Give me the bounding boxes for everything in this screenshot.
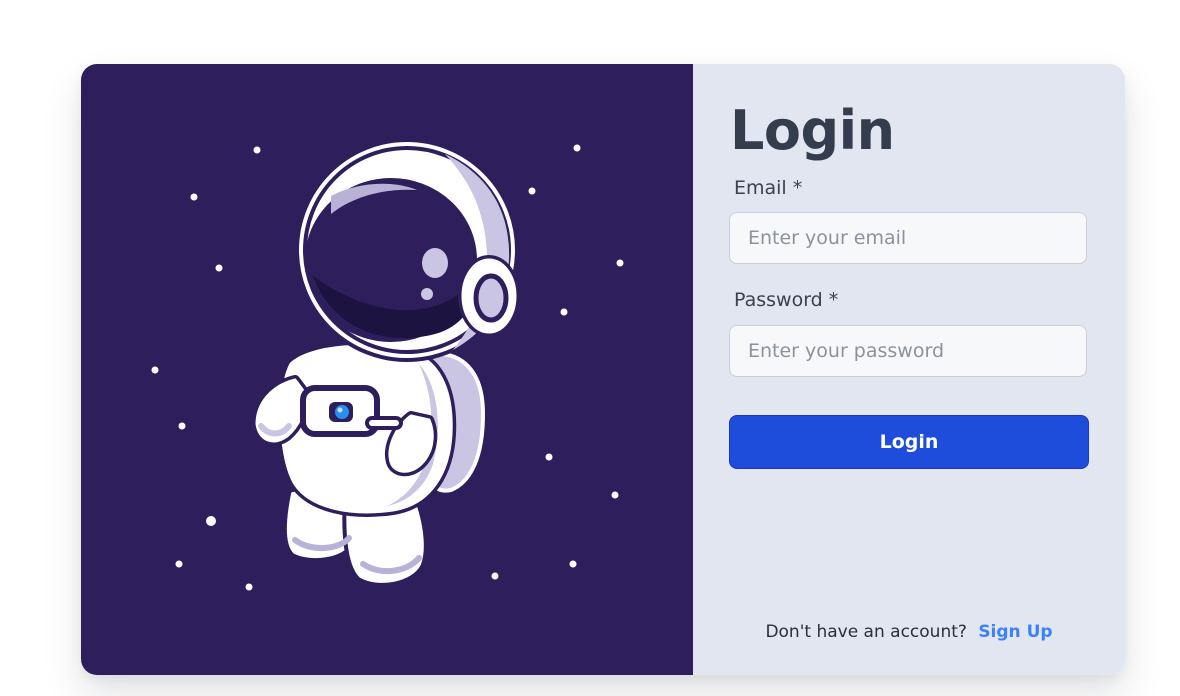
signup-prompt: Don't have an account? — [765, 622, 967, 642]
star — [253, 146, 261, 154]
illustration-panel — [81, 64, 693, 675]
star — [569, 560, 577, 568]
star — [491, 572, 499, 580]
star — [178, 422, 186, 430]
email-input[interactable] — [729, 212, 1087, 264]
star — [245, 583, 253, 591]
page-title: Login — [730, 99, 895, 162]
login-card: Login Email * Password * Login Don't hav… — [81, 64, 1125, 675]
star — [528, 187, 536, 195]
star — [616, 259, 624, 267]
astronaut-illustration — [151, 138, 624, 591]
login-button[interactable]: Login — [729, 415, 1089, 469]
star — [611, 491, 619, 499]
star — [560, 308, 568, 316]
login-form-panel: Login Email * Password * Login Don't hav… — [693, 64, 1125, 675]
star — [190, 193, 198, 201]
email-label: Email * — [734, 177, 803, 199]
star — [215, 264, 223, 272]
signup-row: Don't have an account? Sign Up — [693, 622, 1125, 642]
astronaut — [252, 138, 520, 587]
star — [175, 560, 183, 568]
star — [206, 516, 216, 526]
password-input[interactable] — [729, 325, 1087, 377]
signup-link[interactable]: Sign Up — [978, 622, 1052, 642]
star — [545, 453, 553, 461]
password-label: Password * — [734, 289, 839, 311]
star — [151, 366, 159, 374]
star — [573, 144, 581, 152]
